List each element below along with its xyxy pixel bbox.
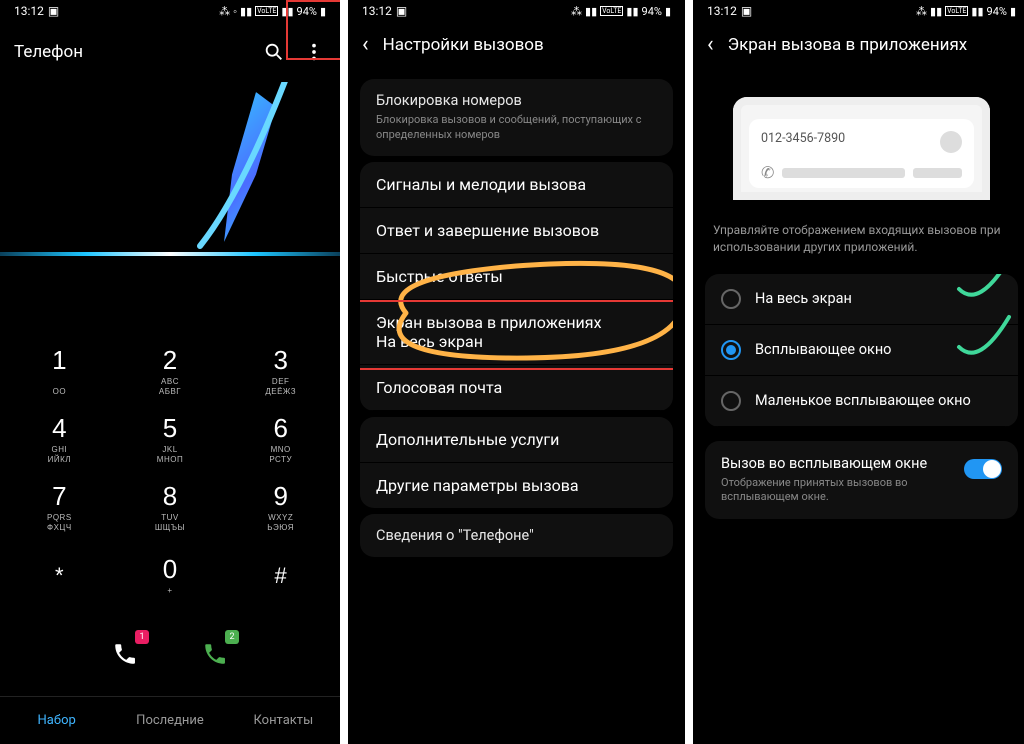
item-supplementary[interactable]: Дополнительные услуги xyxy=(360,417,673,463)
battery-icon: ▮ xyxy=(320,5,326,18)
image-icon: ▣ xyxy=(741,4,752,18)
preview-illustration: 012-3456-7890 ✆ xyxy=(733,97,990,200)
call-buttons-row: 1 2 xyxy=(0,632,340,676)
description-text: Управляйте отображением входящих вызовов… xyxy=(693,218,1024,268)
battery-text: 94% xyxy=(297,5,317,18)
bluetooth-icon: ⁂ xyxy=(571,5,582,18)
key-8[interactable]: 8TUVШЩЪЫ xyxy=(115,474,226,542)
radio-icon xyxy=(721,289,741,309)
bottom-tabs: Набор Последние Контакты xyxy=(0,696,340,744)
item-about-phone[interactable]: Сведения о "Телефоне" xyxy=(360,514,673,557)
volte-icon: VoLTE xyxy=(945,6,968,16)
key-star[interactable]: * xyxy=(4,542,115,610)
image-icon: ▣ xyxy=(48,4,59,18)
tab-recent[interactable]: Последние xyxy=(113,697,226,744)
search-button[interactable] xyxy=(254,32,294,72)
item-call-display[interactable]: Экран вызова в приложениях На весь экран xyxy=(360,300,673,365)
phone-screen-call-display: 13:12 ▣ ⁂ ▮▮ VoLTE ▮▮ 94% ▮ ‹ Экран вызо… xyxy=(693,0,1024,744)
volte-icon: VoLTE xyxy=(255,6,278,16)
item-block-numbers[interactable]: Блокировка номеров Блокировка вызовов и … xyxy=(360,79,673,156)
signal2-icon: ▮▮ xyxy=(626,5,638,18)
signal-icon: ▮▮ xyxy=(585,5,597,18)
call-sim2-button[interactable]: 2 xyxy=(193,632,237,676)
battery-text: 94% xyxy=(987,5,1007,18)
key-2[interactable]: 2ABCАБВГ xyxy=(115,338,226,406)
phone-screen-dialer: 13:12 ▣ ⁂ ◦ ▮▮ VoLTE ▮▮ 94% ▮ Телефон 1О… xyxy=(0,0,340,744)
status-bar: 13:12 ▣ ⁂ ◦ ▮▮ VoLTE ▮▮ 94% ▮ xyxy=(0,0,340,22)
app-title: Телефон xyxy=(14,42,254,62)
display-mode-radios: На весь экран Всплывающее окно Маленькое… xyxy=(705,274,1018,427)
radio-icon xyxy=(721,340,741,360)
tab-dial[interactable]: Набор xyxy=(0,697,113,744)
radio-icon xyxy=(721,391,741,411)
item-answer-end[interactable]: Ответ и завершение вызовов xyxy=(360,208,673,254)
call-sim1-button[interactable]: 1 xyxy=(103,632,147,676)
group-2: Дополнительные услуги Другие параметры в… xyxy=(360,417,673,508)
preview-avatar-icon xyxy=(940,131,962,153)
item-voicemail[interactable]: Голосовая почта xyxy=(360,365,673,411)
dialpad: 1ОО 2ABCАБВГ 3DEFДЕЁЖЗ 4GHIИЙКЛ 5JKLМНОП… xyxy=(0,330,340,610)
back-button[interactable]: ‹ xyxy=(707,32,714,57)
settings-list: Блокировка номеров Блокировка вызовов и … xyxy=(348,67,685,569)
radio-popup[interactable]: Всплывающее окно xyxy=(705,325,1018,376)
back-button[interactable]: ‹ xyxy=(362,32,369,57)
key-4[interactable]: 4GHIИЙКЛ xyxy=(4,406,115,474)
page-title: Экран вызова в приложениях xyxy=(728,35,968,55)
battery-icon: ▮ xyxy=(1010,5,1016,18)
status-bar: 13:12 ▣ ⁂ ▮▮ VoLTE ▮▮ 94% ▮ xyxy=(348,0,685,22)
sim1-badge: 1 xyxy=(135,630,149,644)
phone-screen-call-settings: 13:12 ▣ ⁂ ▮▮ VoLTE ▮▮ 94% ▮ ‹ Настройки … xyxy=(348,0,685,744)
radio-fullscreen[interactable]: На весь экран xyxy=(705,274,1018,325)
image-icon: ▣ xyxy=(396,4,407,18)
volte-icon: VoLTE xyxy=(600,6,623,16)
preview-number: 012-3456-7890 xyxy=(761,131,845,146)
radio-mini-popup[interactable]: Маленькое всплывающее окно xyxy=(705,376,1018,427)
bluetooth-icon: ⁂ xyxy=(219,5,230,18)
more-menu-button[interactable] xyxy=(294,32,334,72)
bluetooth-icon: ⁂ xyxy=(916,5,927,18)
key-9[interactable]: 9WXYZЬЭЮЯ xyxy=(225,474,336,542)
item-ringtones[interactable]: Сигналы и мелодии вызова xyxy=(360,162,673,208)
page-title: Настройки вызовов xyxy=(383,35,544,55)
toggle-popup-call[interactable]: Вызов во всплывающем окне Отображение пр… xyxy=(705,441,1018,520)
preview-phone-icon: ✆ xyxy=(761,163,774,182)
clock: 13:12 xyxy=(362,4,392,18)
status-bar: 13:12 ▣ ⁂ ▮▮ VoLTE ▮▮ 94% ▮ xyxy=(693,0,1024,22)
key-5[interactable]: 5JKLМНОП xyxy=(115,406,226,474)
sim2-badge: 2 xyxy=(225,630,239,644)
tab-contacts[interactable]: Контакты xyxy=(227,697,340,744)
battery-icon: ▮ xyxy=(665,5,671,18)
signal-icon: ▮▮ xyxy=(930,5,942,18)
wallpaper-area xyxy=(0,82,340,330)
key-0[interactable]: 0+ xyxy=(115,542,226,610)
battery-text: 94% xyxy=(642,5,662,18)
key-1[interactable]: 1ОО xyxy=(4,338,115,406)
header-row: ‹ Настройки вызовов xyxy=(348,22,685,67)
signal-icon: ▮▮ xyxy=(240,5,252,18)
clock: 13:12 xyxy=(707,4,737,18)
key-6[interactable]: 6MNOРСТУ xyxy=(225,406,336,474)
toggle-switch[interactable] xyxy=(964,459,1002,479)
signal2-icon: ▮▮ xyxy=(281,5,293,18)
key-hash[interactable]: # xyxy=(225,542,336,610)
clock: 13:12 xyxy=(14,4,44,18)
key-3[interactable]: 3DEFДЕЁЖЗ xyxy=(225,338,336,406)
key-7[interactable]: 7PQRSФХЦЧ xyxy=(4,474,115,542)
wifi-icon: ◦ xyxy=(233,5,237,18)
item-quick-reply[interactable]: Быстрые ответы xyxy=(360,254,673,300)
app-bar: Телефон xyxy=(0,22,340,82)
item-other-params[interactable]: Другие параметры вызова xyxy=(360,463,673,508)
signal2-icon: ▮▮ xyxy=(971,5,983,18)
header-row: ‹ Экран вызова в приложениях xyxy=(693,22,1024,67)
group-1: Сигналы и мелодии вызова Ответ и заверше… xyxy=(360,162,673,411)
